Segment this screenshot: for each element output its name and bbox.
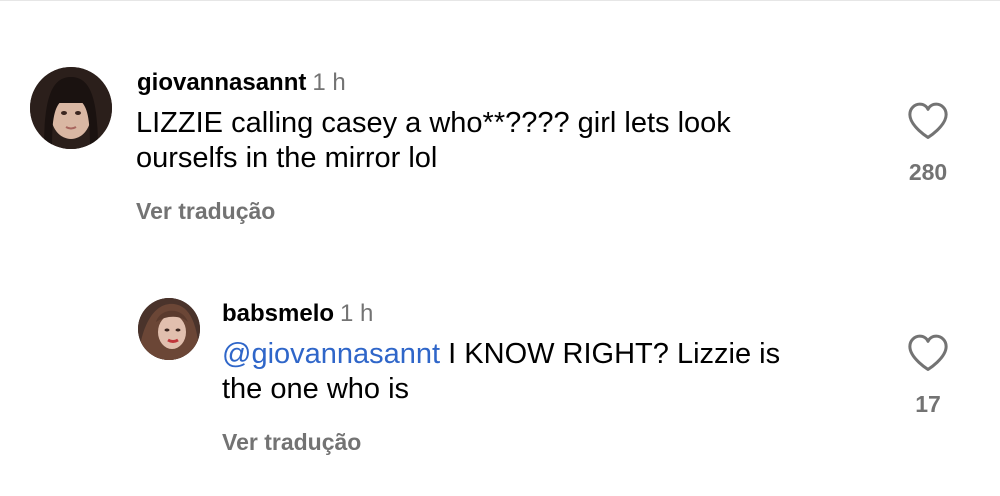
see-translation-button[interactable]: Ver tradução <box>136 197 275 225</box>
like-count: 17 <box>915 391 941 417</box>
see-translation-button[interactable]: Ver tradução <box>222 428 361 456</box>
comment-text-line: ourselfs in the mirror lol <box>136 142 438 174</box>
like-count: 280 <box>908 159 948 185</box>
timestamp: 1 h <box>312 69 346 96</box>
comment-meta: babsmelo 1 h <box>222 300 373 328</box>
comment-text-line: the one who is <box>222 373 410 405</box>
username[interactable]: giovannasannt <box>137 69 306 96</box>
avatar-photo <box>30 67 112 149</box>
comment-text-line: LIZZIE calling casey a who**???? girl le… <box>136 107 731 139</box>
comment-meta: giovannasannt 1 h <box>137 69 346 97</box>
timestamp: 1 h <box>340 300 374 327</box>
top-divider <box>0 0 1000 1</box>
comment-text-segment: I KNOW RIGHT? Lizzie is <box>440 338 781 370</box>
like-control: 17 <box>898 334 958 418</box>
comment-text-line: @giovannasannt I KNOW RIGHT? Lizzie is <box>222 337 862 372</box>
heart-outline-icon[interactable] <box>907 102 949 140</box>
avatar[interactable] <box>138 298 200 360</box>
mention-link[interactable]: @giovannasannt <box>222 338 440 370</box>
like-control: 280 <box>898 102 958 186</box>
avatar[interactable] <box>30 67 112 149</box>
comment-text: LIZZIE calling casey a who**???? girl le… <box>136 106 856 176</box>
heart-outline-icon[interactable] <box>907 334 949 372</box>
comment-text: @giovannasannt I KNOW RIGHT? Lizzie is t… <box>222 337 862 407</box>
avatar-photo <box>138 298 200 360</box>
username[interactable]: babsmelo <box>222 300 334 327</box>
